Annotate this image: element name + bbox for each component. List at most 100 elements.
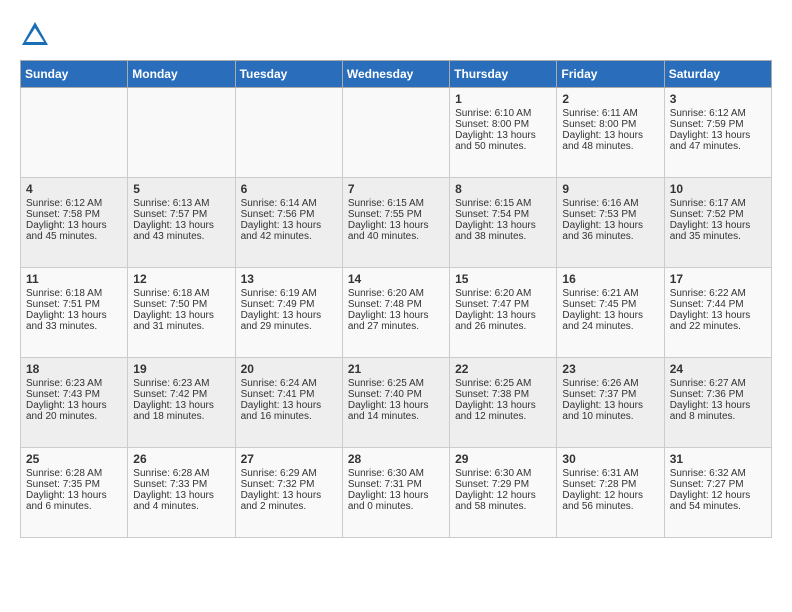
calendar-cell: 31Sunrise: 6:32 AMSunset: 7:27 PMDayligh… [664,448,771,538]
sunrise-text: Sunrise: 6:28 AM [26,468,102,479]
sunset-text: Sunset: 7:54 PM [455,209,529,220]
day-number: 15 [455,272,551,286]
sunrise-text: Sunrise: 6:12 AM [670,108,746,119]
sunset-text: Sunset: 7:51 PM [26,299,100,310]
daylight-text: Daylight: 13 hours and 48 minutes. [562,130,643,152]
day-of-week-header: Wednesday [342,61,449,88]
day-number: 28 [348,452,444,466]
sunset-text: Sunset: 7:32 PM [241,479,315,490]
calendar-week-row: 11Sunrise: 6:18 AMSunset: 7:51 PMDayligh… [21,268,772,358]
calendar-cell: 16Sunrise: 6:21 AMSunset: 7:45 PMDayligh… [557,268,664,358]
sunrise-text: Sunrise: 6:18 AM [26,288,102,299]
day-number: 29 [455,452,551,466]
daylight-text: Daylight: 13 hours and 27 minutes. [348,310,429,332]
sunset-text: Sunset: 7:48 PM [348,299,422,310]
calendar-cell: 22Sunrise: 6:25 AMSunset: 7:38 PMDayligh… [450,358,557,448]
sunset-text: Sunset: 7:55 PM [348,209,422,220]
sunrise-text: Sunrise: 6:31 AM [562,468,638,479]
calendar-cell: 1Sunrise: 6:10 AMSunset: 8:00 PMDaylight… [450,88,557,178]
daylight-text: Daylight: 13 hours and 20 minutes. [26,400,107,422]
day-of-week-header: Thursday [450,61,557,88]
sunrise-text: Sunrise: 6:13 AM [133,198,209,209]
calendar-cell: 10Sunrise: 6:17 AMSunset: 7:52 PMDayligh… [664,178,771,268]
day-number: 26 [133,452,229,466]
sunset-text: Sunset: 7:40 PM [348,389,422,400]
calendar-cell: 26Sunrise: 6:28 AMSunset: 7:33 PMDayligh… [128,448,235,538]
daylight-text: Daylight: 13 hours and 50 minutes. [455,130,536,152]
sunset-text: Sunset: 7:44 PM [670,299,744,310]
calendar-cell: 30Sunrise: 6:31 AMSunset: 7:28 PMDayligh… [557,448,664,538]
daylight-text: Daylight: 13 hours and 24 minutes. [562,310,643,332]
calendar-week-row: 25Sunrise: 6:28 AMSunset: 7:35 PMDayligh… [21,448,772,538]
day-number: 31 [670,452,766,466]
calendar-cell: 20Sunrise: 6:24 AMSunset: 7:41 PMDayligh… [235,358,342,448]
sunset-text: Sunset: 7:37 PM [562,389,636,400]
sunset-text: Sunset: 7:50 PM [133,299,207,310]
day-number: 2 [562,92,658,106]
sunset-text: Sunset: 7:31 PM [348,479,422,490]
day-number: 21 [348,362,444,376]
sunrise-text: Sunrise: 6:28 AM [133,468,209,479]
day-number: 24 [670,362,766,376]
sunset-text: Sunset: 7:27 PM [670,479,744,490]
sunrise-text: Sunrise: 6:14 AM [241,198,317,209]
day-number: 4 [26,182,122,196]
sunset-text: Sunset: 7:59 PM [670,119,744,130]
daylight-text: Daylight: 13 hours and 16 minutes. [241,400,322,422]
calendar-cell [235,88,342,178]
sunrise-text: Sunrise: 6:20 AM [455,288,531,299]
day-number: 19 [133,362,229,376]
daylight-text: Daylight: 13 hours and 10 minutes. [562,400,643,422]
sunset-text: Sunset: 7:42 PM [133,389,207,400]
day-number: 8 [455,182,551,196]
day-number: 22 [455,362,551,376]
sunset-text: Sunset: 7:53 PM [562,209,636,220]
calendar-cell: 23Sunrise: 6:26 AMSunset: 7:37 PMDayligh… [557,358,664,448]
daylight-text: Daylight: 13 hours and 40 minutes. [348,220,429,242]
daylight-text: Daylight: 13 hours and 22 minutes. [670,310,751,332]
day-of-week-header: Sunday [21,61,128,88]
day-number: 12 [133,272,229,286]
sunset-text: Sunset: 7:35 PM [26,479,100,490]
daylight-text: Daylight: 13 hours and 42 minutes. [241,220,322,242]
daylight-text: Daylight: 13 hours and 2 minutes. [241,490,322,512]
calendar-cell: 11Sunrise: 6:18 AMSunset: 7:51 PMDayligh… [21,268,128,358]
sunrise-text: Sunrise: 6:15 AM [348,198,424,209]
calendar-cell: 3 Sunrise: 6:12 AMSunset: 7:59 PMDaylight… [664,88,771,178]
day-of-week-header: Monday [128,61,235,88]
sunrise-text: Sunrise: 6:21 AM [562,288,638,299]
calendar-cell: 18Sunrise: 6:23 AMSunset: 7:43 PMDayligh… [21,358,128,448]
calendar-cell: 7Sunrise: 6:15 AMSunset: 7:55 PMDaylight… [342,178,449,268]
calendar-cell: 27Sunrise: 6:29 AMSunset: 7:32 PMDayligh… [235,448,342,538]
calendar-week-row: 4Sunrise: 6:12 AMSunset: 7:58 PMDaylight… [21,178,772,268]
daylight-text: Daylight: 12 hours and 56 minutes. [562,490,643,512]
calendar-week-row: 18Sunrise: 6:23 AMSunset: 7:43 PMDayligh… [21,358,772,448]
calendar-cell: 19Sunrise: 6:23 AMSunset: 7:42 PMDayligh… [128,358,235,448]
day-number: 3 [670,92,766,106]
day-number: 16 [562,272,658,286]
sunrise-text: Sunrise: 6:29 AM [241,468,317,479]
sunrise-text: Sunrise: 6:17 AM [670,198,746,209]
header-row: SundayMondayTuesdayWednesdayThursdayFrid… [21,61,772,88]
calendar-cell: 24 Sunrise: 6:27 AMSunset: 7:36 PMDayligh… [664,358,771,448]
daylight-text: Daylight: 13 hours and 36 minutes. [562,220,643,242]
sunset-text: Sunset: 7:36 PM [670,389,744,400]
calendar-cell: 9Sunrise: 6:16 AMSunset: 7:53 PMDaylight… [557,178,664,268]
daylight-text: Daylight: 13 hours and 47 minutes. [670,130,751,152]
daylight-text: Daylight: 13 hours and 6 minutes. [26,490,107,512]
daylight-text: Daylight: 12 hours and 58 minutes. [455,490,536,512]
calendar-cell: 14Sunrise: 6:20 AMSunset: 7:48 PMDayligh… [342,268,449,358]
daylight-text: Daylight: 13 hours and 8 minutes. [670,400,751,422]
calendar-week-row: 1Sunrise: 6:10 AMSunset: 8:00 PMDaylight… [21,88,772,178]
sunrise-text: Sunrise: 6:10 AM [455,108,531,119]
day-number: 5 [133,182,229,196]
daylight-text: Daylight: 13 hours and 12 minutes. [455,400,536,422]
sunrise-text: Sunrise: 6:25 AM [348,378,424,389]
daylight-text: Daylight: 13 hours and 0 minutes. [348,490,429,512]
daylight-text: Daylight: 13 hours and 43 minutes. [133,220,214,242]
day-number: 25 [26,452,122,466]
sunrise-text: Sunrise: 6:27 AM [670,378,746,389]
sunrise-text: Sunrise: 6:15 AM [455,198,531,209]
daylight-text: Daylight: 13 hours and 26 minutes. [455,310,536,332]
daylight-text: Daylight: 13 hours and 31 minutes. [133,310,214,332]
